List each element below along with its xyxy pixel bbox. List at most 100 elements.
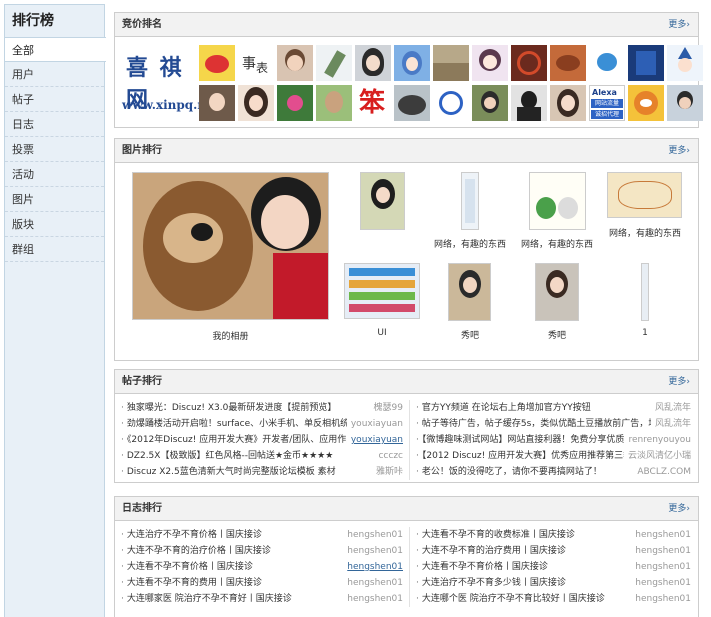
- blog-ranking-panel: 日志排行 更多› · 大连治疗不孕不育价格丨国庆接诊 hengshen01 · 大连不…: [114, 496, 699, 617]
- list-item: · 大连看不孕不育价格丨国庆接诊 hengshen01: [416, 559, 695, 575]
- sponsor-logo[interactable]: 喜 祺 网 www.xinpq.ne: [122, 44, 214, 124]
- avatar[interactable]: [550, 45, 586, 81]
- avatar[interactable]: [316, 45, 352, 81]
- avatar[interactable]: [394, 85, 430, 121]
- avatar[interactable]: [472, 45, 508, 81]
- blog-title[interactable]: 大连治疗不孕不育价格丨国庆接诊: [127, 530, 262, 540]
- avatar[interactable]: [199, 45, 235, 81]
- avatar[interactable]: [355, 45, 391, 81]
- avatar[interactable]: [277, 85, 313, 121]
- blog-title[interactable]: 大连不孕不育的治疗价格丨国庆接诊: [127, 546, 271, 556]
- post-author[interactable]: 风乱流年: [650, 400, 691, 416]
- blog-author[interactable]: hengshen01: [343, 591, 403, 607]
- image-thumb-xiuba-2[interactable]: [535, 263, 579, 321]
- blog-author[interactable]: hengshen01: [631, 559, 691, 575]
- image-label-ui[interactable]: UI: [344, 328, 420, 338]
- avatar[interactable]: [589, 45, 625, 81]
- image-thumb-ui[interactable]: [344, 263, 420, 319]
- avatar[interactable]: [628, 85, 664, 121]
- blog-author[interactable]: hengshen01: [631, 527, 691, 543]
- post-author[interactable]: renrenyouyou: [624, 432, 691, 448]
- post-author[interactable]: ABCLZ.COM: [633, 464, 691, 480]
- image-label-my-album[interactable]: 我的相册: [132, 329, 329, 342]
- post-author[interactable]: 云淡风清亿小瑞: [623, 448, 691, 464]
- avatar[interactable]: [199, 85, 235, 121]
- avatar[interactable]: [550, 85, 586, 121]
- avatar[interactable]: Alexa 网站流量 诚招代理: [589, 85, 625, 121]
- post-title[interactable]: 【2012 Discuz! 应用开发大赛】优秀应用推荐第三季: [422, 451, 632, 461]
- image-thumb-1[interactable]: [641, 263, 649, 321]
- avatar[interactable]: 事表: [238, 45, 274, 81]
- blog-author[interactable]: hengshen01: [631, 575, 691, 591]
- avatar[interactable]: [667, 45, 703, 81]
- sidebar-item-forums[interactable]: 版块: [5, 212, 104, 237]
- competition-more-link[interactable]: 更多›: [668, 13, 690, 37]
- avatar[interactable]: [433, 85, 469, 121]
- image-label-net-3[interactable]: 网络，有趣的东西: [605, 226, 685, 239]
- avatar[interactable]: [394, 45, 430, 81]
- sidebar-item-users[interactable]: 用户: [5, 62, 104, 87]
- image-thumb-my-album[interactable]: [132, 172, 329, 320]
- blog-author[interactable]: hengshen01: [343, 575, 403, 591]
- post-title[interactable]: 《2012年Discuz! 应用开发大赛》开发者/团队、应用作品: [127, 435, 355, 445]
- sidebar-item-images[interactable]: 图片: [5, 187, 104, 212]
- avatar[interactable]: [667, 85, 703, 121]
- sidebar-item-polls[interactable]: 投票: [5, 137, 104, 162]
- blog-title[interactable]: 大连看不孕不育价格丨国庆接诊: [127, 562, 253, 572]
- avatar[interactable]: [511, 85, 547, 121]
- post-title[interactable]: DZ2.5X【极致版】红色风格--回帖送★金币★★★★: [127, 451, 333, 461]
- post-title[interactable]: 独家曝光：Discuz! X3.0最新研发进度【提前预览】: [127, 403, 336, 413]
- blog-title[interactable]: 大连哪家医 院治疗不孕不育好丨国庆接诊: [127, 594, 292, 604]
- image-label-1[interactable]: 1: [630, 328, 660, 338]
- blog-title[interactable]: 大连治疗不孕不育多少钱丨国庆接诊: [422, 578, 566, 588]
- post-title[interactable]: 老公！饭的没得吃了，请你不要再搞网站了！: [422, 467, 602, 477]
- image-label-xiuba-1[interactable]: 秀吧: [440, 328, 500, 341]
- image-thumb-net-1[interactable]: [461, 172, 479, 230]
- sidebar-item-posts[interactable]: 帖子: [5, 87, 104, 112]
- blog-author[interactable]: hengshen01: [343, 559, 403, 575]
- post-title[interactable]: Discuz X2.5蓝色清新大气时尚完整版论坛模板 素材: [127, 467, 336, 477]
- image-label-net-2[interactable]: 网络，有趣的东西: [517, 237, 597, 250]
- blog-author[interactable]: hengshen01: [631, 591, 691, 607]
- blog-ranking-more-link[interactable]: 更多›: [668, 497, 690, 521]
- image-thumb-girl[interactable]: [360, 172, 405, 230]
- image-label-xiuba-2[interactable]: 秀吧: [527, 328, 587, 341]
- avatar[interactable]: [277, 45, 313, 81]
- post-author[interactable]: youxiayuan: [346, 432, 403, 448]
- sidebar-item-all[interactable]: 全部: [5, 37, 106, 62]
- avatar[interactable]: [316, 85, 352, 121]
- list-item: · 《2012年Discuz! 应用开发大赛》开发者/团队、应用作品 youxiay…: [121, 432, 407, 448]
- image-label-net-1[interactable]: 网络，有趣的东西: [430, 237, 510, 250]
- post-author[interactable]: 风乱流年: [650, 416, 691, 432]
- blog-title[interactable]: 大连不孕不育的治疗费用丨国庆接诊: [422, 546, 566, 556]
- image-thumb-net-3[interactable]: [607, 172, 682, 218]
- avatar[interactable]: 笨: [355, 85, 391, 121]
- blog-title[interactable]: 大连看不孕不育价格丨国庆接诊: [422, 562, 548, 572]
- blog-title[interactable]: 大连哪个医 院治疗不孕不育比较好丨国庆接诊: [422, 594, 605, 604]
- post-author[interactable]: 雅斯咔: [371, 464, 403, 480]
- post-title[interactable]: 劲爆踊楼活动开启啦！surface、小米手机、单反相机统统: [127, 419, 358, 429]
- sidebar-item-blogs[interactable]: 日志: [5, 112, 104, 137]
- image-thumb-net-2[interactable]: [529, 172, 586, 230]
- post-author[interactable]: 槐瑟99: [369, 400, 403, 416]
- blog-author[interactable]: hengshen01: [343, 543, 403, 559]
- sidebar-item-groups[interactable]: 群组: [5, 237, 104, 262]
- blog-title[interactable]: 大连看不孕不育的收费标准丨国庆接诊: [422, 530, 575, 540]
- post-author[interactable]: ccczc: [374, 448, 403, 464]
- avatar[interactable]: [628, 45, 664, 81]
- post-title[interactable]: 帖子等待广告，帖子缓存5s，类似优酷土豆播放前广告，增: [422, 419, 657, 429]
- avatar[interactable]: [433, 45, 469, 81]
- post-title[interactable]: 【微博趣味测试网站】网站直接利器！免费分享优质源: [422, 435, 634, 445]
- post-author[interactable]: youxiayuan: [346, 416, 403, 432]
- image-thumb-xiuba-1[interactable]: [448, 263, 491, 321]
- post-ranking-more-link[interactable]: 更多›: [668, 370, 690, 394]
- avatar[interactable]: [511, 45, 547, 81]
- image-ranking-more-link[interactable]: 更多›: [668, 139, 690, 163]
- post-title[interactable]: 官方YY频道 在论坛右上角增加官方YY按钮: [422, 403, 591, 413]
- blog-title[interactable]: 大连看不孕不育的费用丨国庆接诊: [127, 578, 262, 588]
- sidebar-item-events[interactable]: 活动: [5, 162, 104, 187]
- blog-author[interactable]: hengshen01: [631, 543, 691, 559]
- avatar[interactable]: [238, 85, 274, 121]
- avatar[interactable]: [472, 85, 508, 121]
- blog-author[interactable]: hengshen01: [343, 527, 403, 543]
